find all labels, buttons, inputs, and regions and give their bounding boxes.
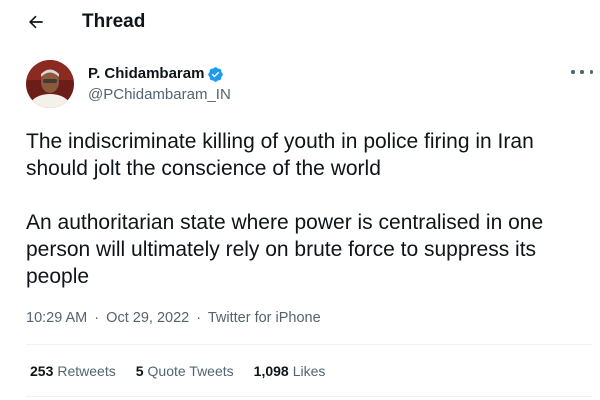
author-name-row: P. Chidambaram: [88, 65, 224, 83]
tweet-meta: 10:29 AM · Oct 29, 2022 · Twitter for iP…: [26, 309, 321, 327]
retweets-label: Retweets: [57, 363, 116, 379]
likes-stat[interactable]: 1,098 Likes: [254, 362, 326, 380]
more-options-icon-dot: [589, 70, 593, 74]
quote-tweets-label: Quote Tweets: [147, 363, 234, 379]
tweet-date[interactable]: Oct 29, 2022: [106, 310, 189, 326]
retweets-count: 253: [30, 363, 54, 379]
more-options-icon: [571, 70, 575, 74]
back-button[interactable]: [22, 8, 50, 36]
page-title: Thread: [82, 11, 146, 32]
retweets-stat[interactable]: 253 Retweets: [30, 362, 116, 380]
arrow-left-icon: [29, 15, 43, 29]
likes-label: Likes: [292, 363, 326, 379]
verified-badge-icon: [208, 66, 224, 82]
author-name[interactable]: P. Chidambaram: [88, 65, 204, 83]
meta-separator: ·: [196, 310, 202, 326]
divider: [26, 344, 592, 345]
likes-count: 1,098: [253, 363, 289, 379]
tweet-text: The indiscriminate killing of youth in p…: [26, 128, 586, 290]
more-options-button[interactable]: [571, 64, 593, 80]
tweet-paragraph: An authoritarian state where power is ce…: [26, 211, 544, 288]
tweet-time[interactable]: 10:29 AM: [26, 310, 87, 326]
more-options-icon-dot: [580, 70, 584, 74]
page-header: Thread: [0, 0, 600, 44]
quote-tweets-stat[interactable]: 5 Quote Tweets: [136, 362, 234, 380]
tweet-source[interactable]: Twitter for iPhone: [208, 310, 321, 326]
quote-tweets-count: 5: [135, 363, 144, 379]
avatar[interactable]: [26, 60, 74, 108]
meta-separator: ·: [94, 310, 100, 326]
tweet-paragraph: The indiscriminate killing of youth in p…: [26, 130, 534, 180]
author-handle[interactable]: @PChidambaram_IN: [88, 86, 231, 104]
tweet-stats: 253 Retweets 5 Quote Tweets 1,098 Likes: [30, 362, 345, 380]
avatar-image: [26, 60, 74, 108]
divider: [26, 396, 592, 397]
